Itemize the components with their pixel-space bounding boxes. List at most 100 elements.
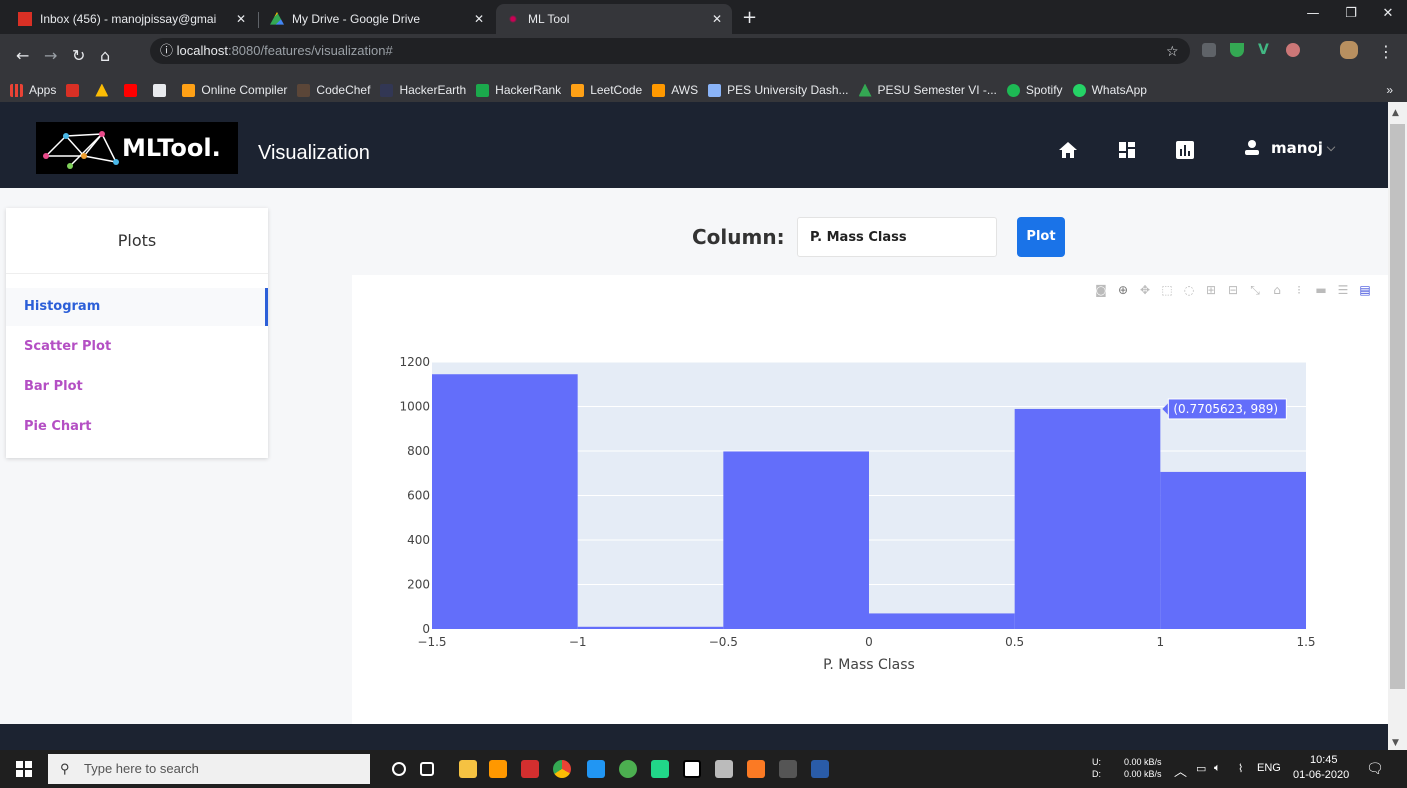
shield-extension-icon[interactable] (1230, 43, 1244, 57)
vue-devtools-icon[interactable]: V (1258, 43, 1272, 57)
avatar[interactable] (1340, 41, 1358, 59)
powershell-icon[interactable] (811, 760, 829, 778)
clock-date[interactable]: 01-06-2020 (1293, 769, 1349, 781)
anaconda-icon[interactable] (619, 760, 637, 778)
forward-arrow-icon[interactable]: → (44, 46, 57, 65)
volume-icon[interactable]: 🔈︎ (1214, 762, 1221, 775)
terminal-icon[interactable] (779, 760, 797, 778)
scrollbar-thumb[interactable] (1390, 124, 1405, 689)
chrome-icon[interactable] (553, 760, 571, 778)
xampp-icon[interactable] (747, 760, 765, 778)
bookmarks-overflow-button[interactable]: » (1386, 83, 1393, 97)
sidebar-item-bar-plot[interactable]: Bar Plot (6, 368, 268, 406)
dashboard-nav-icon[interactable] (1117, 140, 1137, 160)
histogram-bar[interactable] (577, 626, 724, 629)
autoscale-icon[interactable]: ⤡ (1248, 283, 1262, 297)
net-up-label: U: (1092, 757, 1101, 767)
window-close-button[interactable]: ✕ (1369, 0, 1407, 28)
plotly-logo-icon[interactable]: ▤ (1358, 283, 1372, 297)
bookmark-spotify[interactable]: Spotify (1006, 83, 1063, 97)
tab-title: ML Tool (528, 12, 570, 26)
taskbar-search-input[interactable]: ⚲ Type here to search (48, 754, 370, 784)
camera-icon[interactable]: ◙ (1094, 283, 1108, 297)
sublime-text-icon[interactable] (489, 760, 507, 778)
home-icon[interactable]: ⌂ (100, 46, 110, 65)
bookmark-hackerearth[interactable]: HackerEarth (380, 83, 466, 97)
bookmark-aws[interactable]: AWS (652, 83, 698, 97)
vscode-icon[interactable] (587, 760, 605, 778)
logo[interactable]: MLTool. (36, 122, 238, 174)
pycharm-icon[interactable] (651, 760, 669, 778)
tab-ml-tool[interactable]: ML Tool ✕ (496, 4, 732, 34)
virtualbox-icon[interactable] (715, 760, 733, 778)
clock-time[interactable]: 10:45 (1310, 754, 1338, 766)
intellij-icon[interactable] (683, 760, 701, 778)
histogram-bar[interactable] (1014, 408, 1161, 629)
sidebar-item-pie-chart[interactable]: Pie Chart (6, 408, 268, 446)
windows-start-icon[interactable] (16, 761, 32, 777)
bookmark-pes-dashboard[interactable]: PES University Dash... (708, 83, 849, 97)
hover-compare-icon[interactable]: ☰ (1336, 283, 1350, 297)
box-select-icon[interactable]: ⬚ (1160, 283, 1174, 297)
menu-kebab-icon[interactable]: ⋮ (1378, 42, 1394, 61)
bookmark-pesu-semester[interactable]: PESU Semester VI -... (858, 83, 997, 97)
close-icon[interactable]: ✕ (474, 12, 484, 26)
gmail-bookmark-icon[interactable] (66, 83, 85, 97)
extension-icon[interactable] (1286, 43, 1300, 57)
youtube-bookmark-icon[interactable] (124, 83, 143, 97)
back-arrow-icon[interactable]: ← (16, 46, 29, 65)
home-nav-icon[interactable] (1058, 140, 1078, 160)
bookmark-online-compiler[interactable]: Online Compiler (182, 83, 287, 97)
drive-bookmark-icon[interactable] (95, 83, 114, 97)
bookmark-apps[interactable]: Apps (10, 83, 56, 97)
histogram-chart[interactable]: 0 200 400 600 800 1000 1200 −1.5 −1 −0.5 0 0.5 1 1.5 P… (352, 275, 1388, 724)
page-scrollbar[interactable]: ▲ ▼ (1388, 102, 1407, 750)
zoom-out-icon[interactable]: ⊟ (1226, 283, 1240, 297)
sidebar-item-histogram[interactable]: Histogram (6, 288, 268, 326)
scroll-up-arrow-icon[interactable]: ▲ (1392, 108, 1399, 118)
close-icon[interactable]: ✕ (236, 12, 246, 26)
zoom-in-icon[interactable]: ⊞ (1204, 283, 1218, 297)
spike-lines-icon[interactable]: ⁝ (1292, 283, 1306, 297)
tab-gmail[interactable]: Inbox (456) - manojpissay@gmai ✕ (8, 4, 256, 34)
column-select[interactable]: P. Mass Class (797, 217, 997, 257)
info-icon[interactable]: ⓘ (160, 43, 173, 58)
task-view-icon[interactable] (420, 762, 434, 776)
acrobat-icon[interactable] (521, 760, 539, 778)
sidebar-item-scatter-plot[interactable]: Scatter Plot (6, 328, 268, 366)
chevron-up-icon[interactable]: ︿ (1174, 761, 1187, 780)
calendar-bookmark-icon[interactable] (153, 83, 172, 97)
wifi-icon[interactable]: ⌇ (1238, 762, 1243, 775)
bookmark-whatsapp[interactable]: WhatsApp (1072, 83, 1147, 97)
bookmark-star-icon[interactable]: ☆ (1166, 44, 1179, 60)
lasso-select-icon[interactable]: ◌ (1182, 283, 1196, 297)
scroll-down-arrow-icon[interactable]: ▼ (1392, 738, 1399, 748)
address-bar[interactable]: ⓘ localhost:8080/features/visualization# (150, 38, 1190, 64)
cortana-icon[interactable] (392, 762, 406, 776)
reload-icon[interactable]: ↻ (72, 46, 85, 65)
pan-icon[interactable]: ✥ (1138, 283, 1152, 297)
close-icon[interactable]: ✕ (712, 12, 722, 26)
zoom-icon[interactable]: ⊕ (1116, 283, 1130, 297)
language-indicator[interactable]: ENG (1257, 762, 1281, 774)
chart-nav-icon[interactable] (1175, 140, 1195, 160)
bookmark-codechef[interactable]: CodeChef (297, 83, 370, 97)
minimize-button[interactable]: — (1294, 0, 1332, 28)
bookmark-hackerrank[interactable]: HackerRank (476, 83, 561, 97)
user-menu[interactable]: manoj ⌵ (1243, 139, 1335, 157)
hover-closest-icon[interactable]: ▬ (1314, 283, 1328, 297)
plot-button[interactable]: Plot (1017, 217, 1065, 257)
histogram-bar[interactable] (869, 613, 1015, 629)
histogram-bar[interactable] (432, 374, 578, 629)
extension-icon[interactable] (1202, 43, 1216, 57)
bookmark-leetcode[interactable]: LeetCode (571, 83, 642, 97)
histogram-bar[interactable] (723, 451, 869, 629)
tab-drive[interactable]: My Drive - Google Drive ✕ (260, 4, 494, 34)
new-tab-button[interactable]: + (742, 9, 757, 27)
notification-icon[interactable]: 🗨︎ (1366, 760, 1384, 777)
reset-axes-icon[interactable]: ⌂ (1270, 283, 1284, 297)
histogram-bar[interactable] (1160, 471, 1306, 629)
battery-icon[interactable]: ▭ (1196, 762, 1206, 775)
file-explorer-icon[interactable] (459, 760, 477, 778)
maximize-button[interactable]: ❐ (1332, 0, 1370, 28)
